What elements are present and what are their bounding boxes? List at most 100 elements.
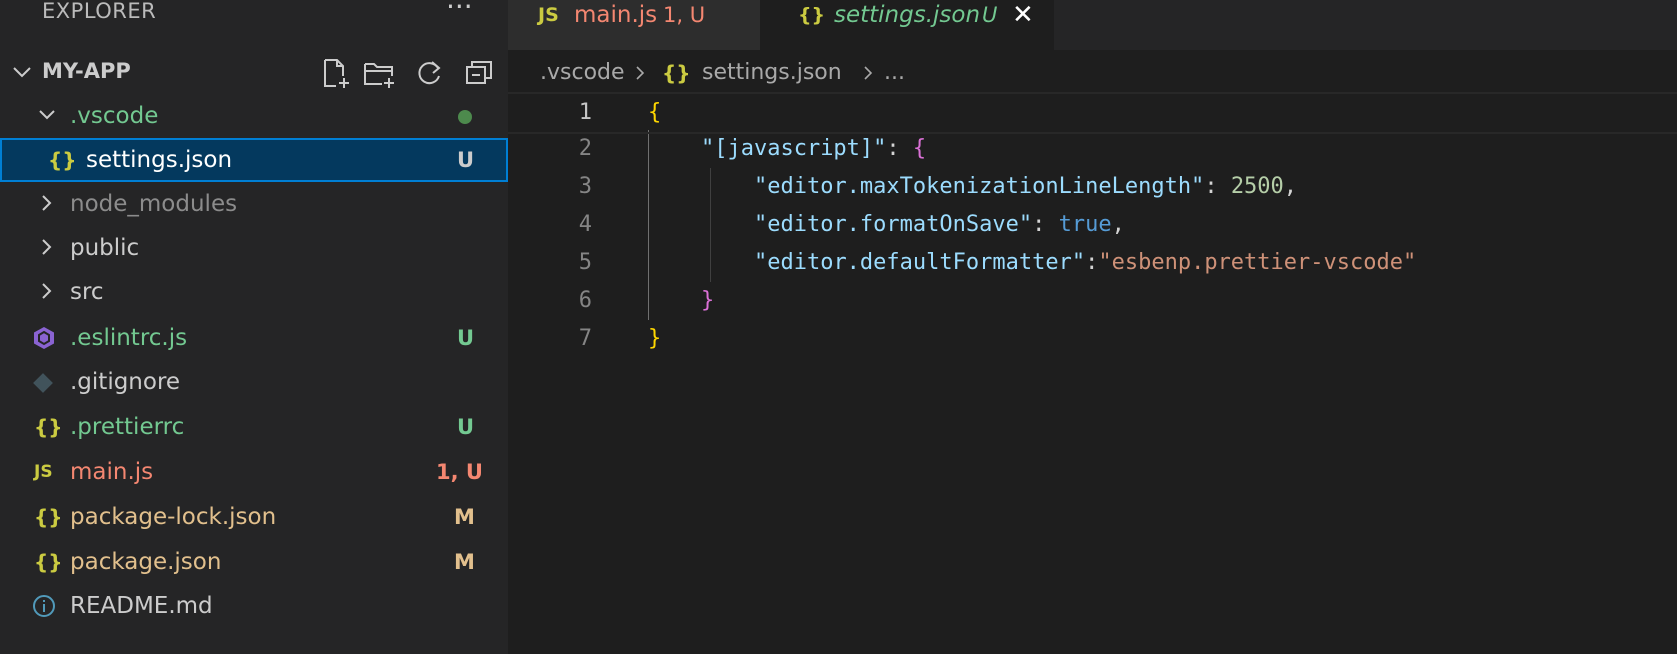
tree-item-label: .vscode bbox=[70, 103, 159, 129]
tab-main-js[interactable]: JS main.js 1, U bbox=[508, 0, 760, 50]
tab-status-badge: 1, U bbox=[663, 3, 706, 27]
code-line: 1 { bbox=[508, 92, 1677, 134]
new-folder-icon[interactable] bbox=[362, 56, 396, 90]
workspace-title: MY-APP bbox=[42, 59, 131, 83]
token-punct: , bbox=[1283, 174, 1298, 199]
close-icon[interactable]: ✕ bbox=[1012, 0, 1034, 30]
line-content: } bbox=[648, 282, 714, 320]
tree-item-prettierrc[interactable]: {} .prettierrc U bbox=[0, 405, 508, 449]
code-line: 4 "editor.formatOnSave": true, bbox=[508, 206, 1677, 244]
js-file-icon: JS bbox=[538, 4, 559, 26]
tree-item-settings-json[interactable]: {} settings.json U bbox=[0, 138, 508, 182]
refresh-icon[interactable] bbox=[412, 56, 446, 90]
breadcrumb: .vscode {} settings.json ... bbox=[508, 56, 1677, 90]
token-punct: : bbox=[1085, 250, 1099, 275]
line-number: 6 bbox=[578, 288, 592, 313]
git-status-badge: M bbox=[454, 550, 475, 574]
tree-item-label: public bbox=[70, 235, 140, 261]
more-actions-icon[interactable]: ··· bbox=[446, 0, 473, 23]
tree-item-label: package-lock.json bbox=[70, 504, 277, 530]
tree-item-label: node_modules bbox=[70, 191, 238, 217]
line-number: 5 bbox=[578, 250, 592, 275]
token-brace: { bbox=[912, 136, 927, 161]
token-key: "[javascript]" bbox=[700, 136, 887, 161]
explorer-title: EXPLORER bbox=[42, 0, 157, 23]
breadcrumb-item[interactable]: settings.json bbox=[702, 56, 842, 90]
line-content: "editor.formatOnSave": true, bbox=[648, 206, 1125, 244]
token-key: "editor.defaultFormatter" bbox=[753, 250, 1086, 275]
chevron-right-icon bbox=[864, 66, 873, 80]
token-number: 2500 bbox=[1230, 174, 1284, 199]
tree-item-node-modules[interactable]: node_modules bbox=[0, 182, 508, 226]
problem-status-badge: 1, U bbox=[436, 460, 483, 484]
tree-item-label: .eslintrc.js bbox=[70, 325, 188, 351]
line-content: } bbox=[648, 320, 661, 358]
js-file-icon: JS bbox=[34, 462, 53, 482]
tree-item-gitignore[interactable]: .gitignore bbox=[0, 360, 508, 404]
line-content: { bbox=[648, 94, 661, 132]
code-editor[interactable]: 1 { 2 "[javascript]": { 3 "editor.maxTok… bbox=[508, 92, 1677, 654]
token-key: "editor.formatOnSave" bbox=[753, 212, 1033, 237]
tree-item-label: package.json bbox=[70, 549, 222, 575]
tree-item-package-json[interactable]: {} package.json M bbox=[0, 540, 508, 584]
tree-item-package-lock-json[interactable]: {} package-lock.json M bbox=[0, 495, 508, 539]
tab-status-badge: U bbox=[982, 3, 998, 27]
tree-item-main-js[interactable]: JS main.js 1, U bbox=[0, 450, 508, 494]
collapse-all-icon[interactable] bbox=[462, 56, 496, 90]
json-file-icon: {} bbox=[34, 505, 63, 529]
breadcrumb-item[interactable]: .vscode bbox=[540, 56, 625, 90]
token-brace: { bbox=[648, 100, 662, 125]
tree-item-public[interactable]: public bbox=[0, 226, 508, 270]
tree-item-label: .gitignore bbox=[70, 369, 181, 395]
token-boolean: true bbox=[1058, 212, 1112, 237]
workspace-section-header[interactable]: MY-APP bbox=[0, 52, 508, 94]
json-file-icon: {} bbox=[662, 61, 691, 85]
git-status-badge: M bbox=[454, 505, 475, 529]
token-punct: : bbox=[886, 136, 913, 161]
chevron-right-icon bbox=[42, 195, 52, 211]
code-line: 5 "editor.defaultFormatter":"esbenp.pret… bbox=[508, 244, 1677, 282]
line-number: 3 bbox=[578, 174, 592, 199]
tab-settings-json[interactable]: {} settings.json U ✕ bbox=[760, 0, 1054, 50]
chevron-down-icon bbox=[39, 110, 55, 120]
git-icon bbox=[33, 373, 53, 393]
explorer-header: EXPLORER ··· bbox=[0, 0, 508, 30]
tab-bar: JS main.js 1, U {} settings.json U ✕ bbox=[508, 0, 1677, 50]
token-punct: : bbox=[1204, 174, 1231, 199]
json-file-icon: {} bbox=[48, 148, 77, 172]
breadcrumb-item[interactable]: ... bbox=[884, 56, 905, 90]
token-punct: : bbox=[1032, 212, 1059, 237]
chevron-right-icon bbox=[42, 283, 52, 299]
tree-item-eslintrc[interactable]: .eslintrc.js U bbox=[0, 316, 508, 360]
eslint-icon bbox=[34, 327, 54, 349]
tree-item-label: settings.json bbox=[86, 147, 233, 173]
line-content: "editor.maxTokenizationLineLength": 2500… bbox=[648, 168, 1297, 206]
untracked-dot-icon bbox=[458, 110, 472, 124]
line-number: 7 bbox=[578, 326, 592, 351]
chevron-down-icon bbox=[13, 67, 31, 78]
line-number: 2 bbox=[578, 136, 592, 161]
tree-item-readme[interactable]: README.md bbox=[0, 584, 508, 628]
tree-item-src[interactable]: src bbox=[0, 270, 508, 314]
explorer-sidebar: EXPLORER ··· MY-APP .vscode {} settings.… bbox=[0, 0, 508, 654]
new-file-icon[interactable] bbox=[318, 56, 352, 90]
tab-label: main.js bbox=[574, 2, 658, 28]
tree-item-label: .prettierrc bbox=[70, 414, 185, 440]
json-file-icon: {} bbox=[34, 550, 63, 574]
json-file-icon: {} bbox=[34, 415, 63, 439]
tree-item-vscode[interactable]: .vscode bbox=[0, 94, 508, 138]
git-status-badge: U bbox=[457, 415, 475, 439]
json-file-icon: {} bbox=[798, 4, 826, 26]
info-icon bbox=[33, 595, 55, 617]
tree-item-label: main.js bbox=[70, 459, 154, 485]
token-punct: , bbox=[1111, 212, 1125, 237]
token-key: "editor.maxTokenizationLineLength" bbox=[753, 174, 1205, 199]
chevron-right-icon bbox=[636, 66, 645, 80]
git-status-badge: U bbox=[457, 148, 475, 172]
tree-item-label: src bbox=[70, 279, 104, 305]
line-content: "[javascript]": { bbox=[648, 130, 926, 168]
git-status-badge: U bbox=[457, 326, 475, 350]
token-string: "esbenp.prettier-vscode" bbox=[1098, 250, 1417, 275]
tab-label: settings.json bbox=[834, 2, 981, 28]
code-line: 7 } bbox=[508, 320, 1677, 358]
